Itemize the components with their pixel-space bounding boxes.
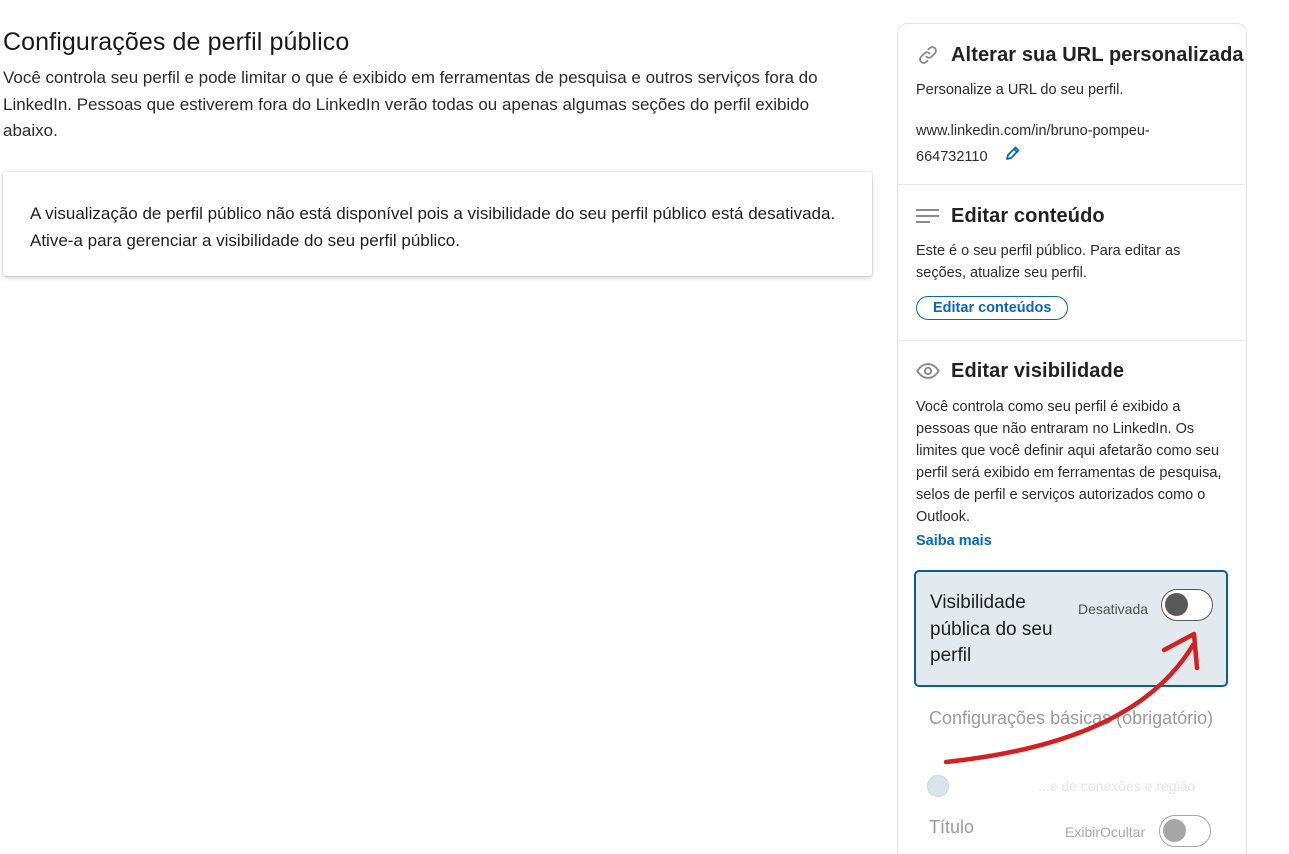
edit-contents-button[interactable]: Editar conteúdos (916, 296, 1069, 320)
title-row-state: ExibirOcultar (1065, 824, 1146, 840)
custom-url-subtitle: Personalize a URL do seu perfil. (916, 82, 1124, 98)
public-visibility-toggle[interactable] (1161, 589, 1213, 621)
lines-icon (916, 204, 940, 228)
profile-url-line2: 664732110 (916, 149, 988, 165)
edit-content-section: Editar conteúdo Este é o seu perfil públ… (898, 184, 1244, 341)
profile-url: www.linkedin.com/in/bruno-pompeu- 664732… (916, 118, 1216, 170)
pencil-icon[interactable] (1005, 144, 1021, 170)
page-description: Você controla seu perfil e pode limitar … (3, 68, 818, 140)
custom-url-section: Alterar sua URL personalizada Personaliz… (898, 24, 1244, 185)
title-row-label: Título (929, 817, 975, 837)
public-visibility-label: Visibilidade pública do seu perfil (930, 592, 1053, 666)
title-visibility-toggle[interactable] (1159, 815, 1211, 847)
custom-url-header: Alterar sua URL personalizada (916, 43, 1244, 67)
edit-visibility-text: Você controla como seu perfil é exibido … (916, 399, 1222, 525)
basic-settings-option: ...e de conexões e região (1038, 778, 1196, 794)
edit-content-header: Editar conteúdo (916, 204, 1105, 228)
public-visibility-state: Desativada (1078, 601, 1149, 617)
preview-unavailable-notice: A visualização de perfil público não est… (3, 172, 872, 276)
link-icon (916, 43, 940, 67)
profile-url-line1: www.linkedin.com/in/bruno-pompeu- (916, 123, 1150, 139)
edit-visibility-header: Editar visibilidade (916, 359, 1124, 383)
eye-icon (916, 359, 940, 383)
toggle-knob (1163, 819, 1186, 842)
visibility-settings-disabled: Configurações básicas (obrigatório) ...e… (914, 696, 1228, 854)
toggle-knob (1165, 593, 1188, 616)
learn-more-link[interactable]: Saiba mais (916, 533, 992, 549)
sidebar: Alterar sua URL personalizada Personaliz… (897, 23, 1247, 854)
page-title: Configurações de perfil público (3, 28, 350, 56)
custom-url-title: Alterar sua URL personalizada (951, 43, 1244, 66)
main-content: Configurações de perfil público Você con… (3, 26, 873, 145)
edit-content-text: Este é o seu perfil público. Para editar… (916, 243, 1181, 281)
public-visibility-row: Visibilidade pública do seu perfil Desat… (914, 570, 1228, 687)
basic-settings-label: Configurações básicas (obrigatório) (929, 708, 1214, 728)
basic-settings-radio[interactable] (927, 775, 949, 797)
edit-visibility-title: Editar visibilidade (951, 359, 1125, 382)
edit-content-title: Editar conteúdo (951, 204, 1105, 227)
